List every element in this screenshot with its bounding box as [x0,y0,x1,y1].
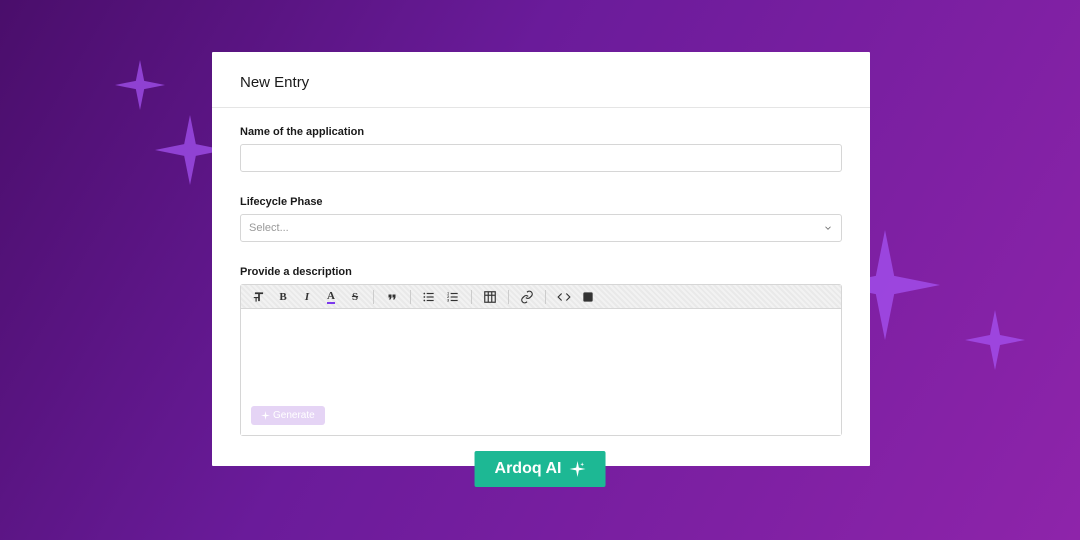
page-title: New Entry [212,52,870,108]
svg-text:3: 3 [447,298,449,302]
phase-placeholder: Select... [249,222,289,234]
toolbar-separator [410,290,411,304]
text-size-icon[interactable] [251,289,267,305]
chevron-down-icon [823,223,833,233]
numbered-list-icon[interactable]: 123 [445,289,461,305]
description-textarea[interactable]: Generate [241,309,841,435]
name-label: Name of the application [240,126,842,138]
generate-button[interactable]: Generate [251,406,325,425]
form-card: New Entry Name of the application Lifecy… [212,52,870,466]
description-field-group: Provide a description B I A S 123 [240,266,842,436]
phase-label: Lifecycle Phase [240,196,842,208]
ai-badge-label: Ardoq AI [495,460,562,478]
phase-select[interactable]: Select... [240,214,842,242]
toolbar-separator [545,290,546,304]
sparkle-icon [569,461,585,477]
decorative-sparkle [115,60,165,110]
toolbar-separator [508,290,509,304]
code-icon[interactable] [556,289,572,305]
name-field-group: Name of the application [240,126,842,172]
decorative-sparkle [965,310,1025,370]
rich-text-editor: B I A S 123 [240,284,842,436]
strikethrough-icon[interactable]: S [347,289,363,305]
description-label: Provide a description [240,266,842,278]
bold-icon[interactable]: B [275,289,291,305]
name-input[interactable] [240,144,842,172]
editor-toolbar: B I A S 123 [241,285,841,309]
form-body: Name of the application Lifecycle Phase … [212,108,870,454]
toolbar-separator [471,290,472,304]
ai-badge: Ardoq AI [475,451,606,487]
toolbar-separator [373,290,374,304]
quote-icon[interactable] [384,289,400,305]
bullet-list-icon[interactable] [421,289,437,305]
italic-icon[interactable]: I [299,289,315,305]
phase-field-group: Lifecycle Phase Select... [240,196,842,242]
table-icon[interactable] [482,289,498,305]
expand-icon[interactable] [580,289,596,305]
text-color-icon[interactable]: A [323,289,339,305]
link-icon[interactable] [519,289,535,305]
generate-button-label: Generate [273,410,315,421]
